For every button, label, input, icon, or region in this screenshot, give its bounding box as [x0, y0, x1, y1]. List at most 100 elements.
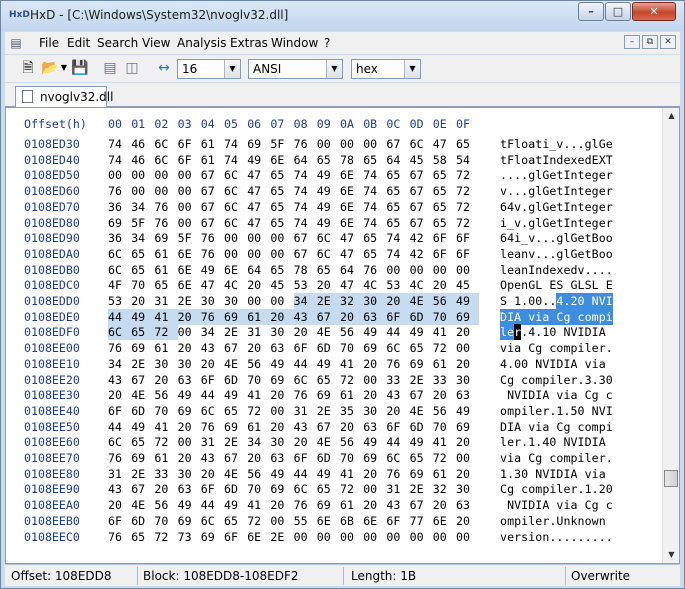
text-char[interactable]: L	[592, 277, 599, 293]
hex-byte[interactable]: 56	[154, 387, 175, 403]
hex-byte[interactable]: 67	[410, 497, 431, 513]
hex-byte[interactable]: 6C	[294, 481, 315, 497]
text-char[interactable]: 1	[585, 481, 592, 497]
hex-byte[interactable]: 20	[317, 277, 338, 293]
text-char[interactable]: i	[535, 419, 542, 435]
hex-byte[interactable]: 20	[154, 481, 175, 497]
text-char[interactable]: o	[556, 450, 563, 466]
text-char[interactable]: e	[507, 246, 514, 262]
hex-byte[interactable]: 69	[201, 529, 222, 545]
text-char[interactable]: .	[507, 183, 514, 199]
text-char[interactable]: g	[528, 183, 535, 199]
text-char[interactable]: v	[528, 230, 535, 246]
hex-byte[interactable]: 65	[270, 262, 291, 278]
hex-byte[interactable]: 2E	[131, 356, 152, 372]
text-char[interactable]: e	[563, 152, 570, 168]
hex-byte[interactable]: 6F	[201, 372, 222, 388]
text-char[interactable]: .	[606, 262, 613, 278]
text-char[interactable]: l	[556, 372, 563, 388]
menu-edit[interactable]: Edit	[67, 36, 90, 50]
hex-byte[interactable]: 74	[224, 136, 245, 152]
text-char[interactable]: e	[599, 215, 606, 231]
hex-byte[interactable]: 78	[294, 262, 315, 278]
text-char[interactable]: 4	[507, 199, 514, 215]
hex-byte[interactable]: 58	[433, 152, 454, 168]
text-column[interactable]: ompiler.Unknown	[500, 513, 613, 529]
hex-byte[interactable]: 00	[270, 230, 291, 246]
hex-byte[interactable]: 63	[363, 419, 384, 435]
hex-byte[interactable]: 76	[154, 215, 175, 231]
hex-byte[interactable]: 6C	[224, 183, 245, 199]
hex-byte[interactable]: 44	[201, 387, 222, 403]
text-char[interactable]: e	[599, 183, 606, 199]
hex-byte[interactable]: 67	[410, 387, 431, 403]
hex-byte[interactable]: 67	[316, 308, 340, 325]
hex-byte[interactable]: 61	[433, 466, 454, 482]
hex-byte[interactable]: 00	[433, 529, 454, 545]
hex-byte[interactable]: 61	[154, 450, 175, 466]
text-char[interactable]	[521, 340, 528, 356]
hex-byte[interactable]: 6D	[317, 450, 338, 466]
hex-byte[interactable]: 20	[270, 497, 291, 513]
text-char[interactable]: r	[606, 183, 613, 199]
hex-byte[interactable]: 6E	[317, 513, 338, 529]
text-char[interactable]: p	[570, 340, 578, 356]
text-char[interactable]: m	[507, 403, 514, 419]
hex-byte[interactable]: 4E	[317, 434, 338, 450]
hex-byte[interactable]: 63	[456, 387, 477, 403]
hex-byte[interactable]: 76	[294, 497, 315, 513]
hex-byte[interactable]: 67	[410, 199, 431, 215]
hex-byte[interactable]: 20	[363, 387, 384, 403]
text-char[interactable]: c	[549, 340, 556, 356]
hex-byte[interactable]: 49	[317, 167, 338, 183]
text-char[interactable]: 4	[500, 356, 507, 372]
hex-byte[interactable]: 72	[456, 183, 477, 199]
hex-byte[interactable]: 00	[178, 324, 199, 340]
hex-byte[interactable]: 47	[201, 277, 222, 293]
text-char[interactable]: p	[514, 403, 521, 419]
hex-byte[interactable]: 00	[178, 199, 199, 215]
hex-byte[interactable]: 6C	[224, 167, 245, 183]
hex-byte[interactable]: 4E	[410, 403, 431, 419]
hex-byte[interactable]: 61	[433, 356, 454, 372]
text-char[interactable]: g	[592, 387, 599, 403]
text-char[interactable]: 3	[585, 372, 592, 388]
text-char[interactable]: I	[521, 497, 528, 513]
hex-byte[interactable]: 72	[340, 481, 361, 497]
text-char[interactable]: e	[599, 167, 606, 183]
hex-byte[interactable]: 70	[340, 340, 361, 356]
text-char[interactable]: .	[563, 293, 571, 309]
hex-byte[interactable]: 74	[294, 183, 315, 199]
text-char[interactable]: i	[605, 308, 613, 325]
hex-byte[interactable]: 20	[456, 324, 477, 340]
text-char[interactable]: N	[507, 387, 514, 403]
hex-byte[interactable]: 00	[154, 167, 175, 183]
text-char[interactable]: 1	[556, 403, 563, 419]
hex-byte[interactable]: 20	[108, 387, 129, 403]
hex-byte[interactable]: 20	[178, 419, 199, 435]
text-char[interactable]: I	[592, 324, 599, 340]
text-char[interactable]: .	[521, 215, 528, 231]
hex-row[interactable]: 0108EE20 43 67 20 63 6F 6D 70 69 6C 65 72 00 33 2E 33 30…	[6, 372, 613, 388]
text-char[interactable]: C	[500, 481, 507, 497]
text-char[interactable]: t	[556, 183, 563, 199]
text-char[interactable]: _	[521, 230, 528, 246]
text-char[interactable]: e	[585, 167, 592, 183]
text-char[interactable]	[500, 387, 507, 403]
hex-byte[interactable]: 00	[317, 136, 338, 152]
hex-byte[interactable]: 65	[131, 529, 152, 545]
text-char[interactable]: v	[514, 199, 521, 215]
text-char[interactable]: G	[542, 215, 549, 231]
hex-byte[interactable]: 70	[340, 450, 361, 466]
hex-byte[interactable]: 49	[410, 434, 431, 450]
text-char[interactable]: .	[521, 167, 528, 183]
text-char[interactable]	[549, 387, 556, 403]
text-char[interactable]: g	[507, 372, 514, 388]
hex-byte[interactable]: 47	[247, 183, 268, 199]
text-char[interactable]: v	[556, 136, 563, 152]
hex-byte[interactable]: 61	[154, 262, 175, 278]
hex-byte[interactable]: 49	[247, 152, 268, 168]
hex-byte[interactable]: 74	[363, 215, 384, 231]
hex-byte[interactable]: 49	[456, 403, 477, 419]
text-char[interactable]: i	[507, 450, 514, 466]
